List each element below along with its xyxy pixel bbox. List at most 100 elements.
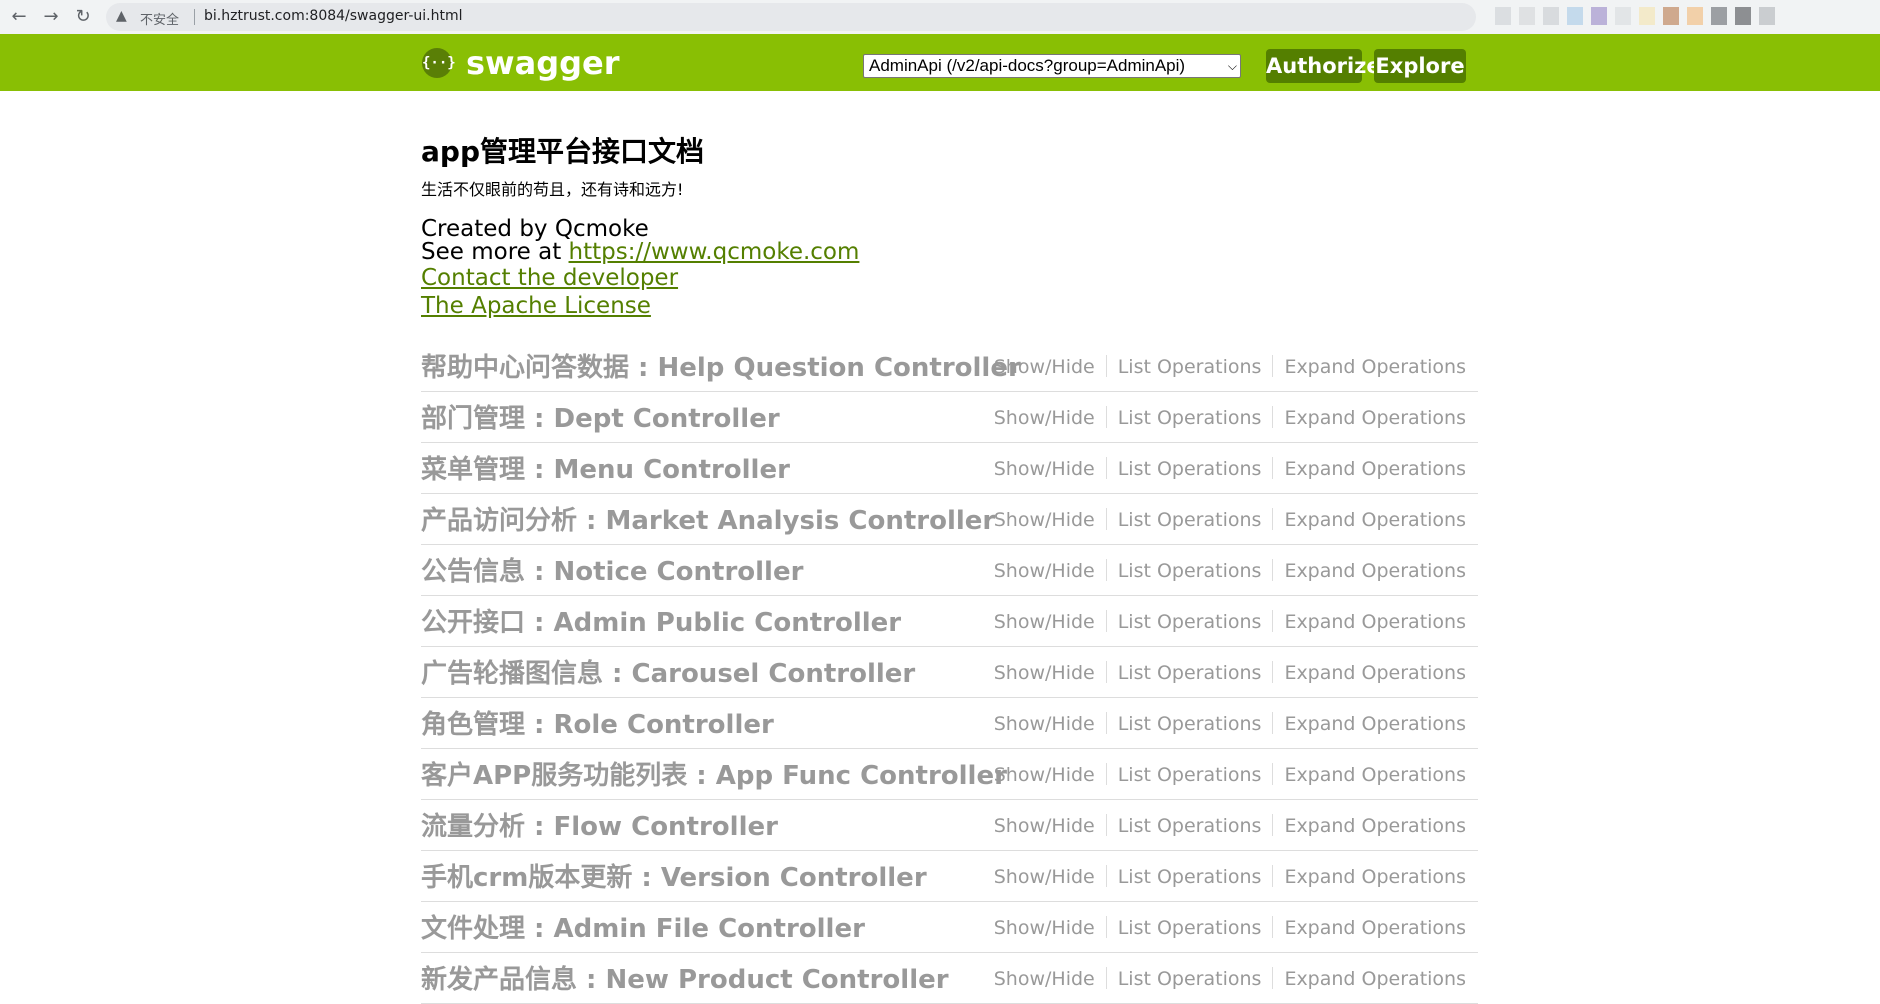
resource-row: 广告轮播图信息 : Carousel Controller Show/Hide Li… bbox=[421, 647, 1478, 698]
api-group-select[interactable]: AdminApi (/v2/api-docs?group=AdminApi) ⌵ bbox=[863, 54, 1241, 78]
divider bbox=[1105, 508, 1107, 530]
resource-list: 帮助中心问答数据 : Help Question Controller Show/… bbox=[421, 341, 1478, 1004]
resource-operations: Show/Hide List Operations Expand Operation… bbox=[994, 763, 1466, 786]
show-hide-link[interactable]: Show/Hide bbox=[994, 713, 1095, 735]
extension-icon[interactable] bbox=[1663, 7, 1679, 25]
expand-operations-link[interactable]: Expand Operations bbox=[1284, 713, 1466, 735]
resource-operations: Show/Hide List Operations Expand Operation… bbox=[994, 865, 1466, 888]
extension-icon[interactable] bbox=[1543, 7, 1559, 25]
resource-row: 手机crm版本更新 : Version Controller Show/Hide L… bbox=[421, 851, 1478, 902]
expand-operations-link[interactable]: Expand Operations bbox=[1284, 560, 1466, 582]
explore-button[interactable]: Explore bbox=[1374, 49, 1466, 83]
website-link[interactable]: https://www.qcmoke.com bbox=[569, 239, 860, 265]
address-bar[interactable]: ▲ 不安全 bi.hztrust.com:8084/swagger-ui.htm… bbox=[106, 3, 1476, 31]
page-description: 生活不仅眼前的苟且，还有诗和远方! bbox=[421, 180, 684, 199]
resource-heading[interactable]: 公告信息 : Notice Controller bbox=[421, 551, 803, 588]
show-hide-link[interactable]: Show/Hide bbox=[994, 560, 1095, 582]
extension-icon[interactable] bbox=[1687, 7, 1703, 25]
extension-icon[interactable] bbox=[1591, 7, 1607, 25]
expand-operations-link[interactable]: Expand Operations bbox=[1284, 866, 1466, 888]
see-more: See more at https://www.qcmoke.com bbox=[421, 239, 859, 265]
show-hide-link[interactable]: Show/Hide bbox=[994, 458, 1095, 480]
expand-operations-link[interactable]: Expand Operations bbox=[1284, 968, 1466, 990]
expand-operations-link[interactable]: Expand Operations bbox=[1284, 815, 1466, 837]
extension-icon[interactable] bbox=[1759, 7, 1775, 25]
show-hide-link[interactable]: Show/Hide bbox=[994, 509, 1095, 531]
list-operations-link[interactable]: List Operations bbox=[1118, 815, 1262, 837]
expand-operations-link[interactable]: Expand Operations bbox=[1284, 356, 1466, 378]
back-arrow-icon[interactable]: ← bbox=[8, 6, 30, 28]
divider bbox=[1272, 967, 1274, 989]
list-operations-link[interactable]: List Operations bbox=[1118, 917, 1262, 939]
license-link[interactable]: The Apache License bbox=[421, 293, 651, 319]
list-operations-link[interactable]: List Operations bbox=[1118, 662, 1262, 684]
divider bbox=[1272, 508, 1274, 530]
resource-operations: Show/Hide List Operations Expand Operation… bbox=[994, 916, 1466, 939]
resource-heading[interactable]: 新发产品信息 : New Product Controller bbox=[421, 959, 949, 996]
list-operations-link[interactable]: List Operations bbox=[1118, 560, 1262, 582]
divider bbox=[1105, 865, 1107, 887]
list-operations-link[interactable]: List Operations bbox=[1118, 509, 1262, 531]
expand-operations-link[interactable]: Expand Operations bbox=[1284, 458, 1466, 480]
show-hide-link[interactable]: Show/Hide bbox=[994, 407, 1095, 429]
show-hide-link[interactable]: Show/Hide bbox=[994, 611, 1095, 633]
resource-operations: Show/Hide List Operations Expand Operation… bbox=[994, 559, 1466, 582]
resource-heading[interactable]: 公开接口 : Admin Public Controller bbox=[421, 602, 901, 639]
extension-icon[interactable] bbox=[1519, 7, 1535, 25]
extension-icon[interactable] bbox=[1711, 7, 1727, 25]
extension-icon[interactable] bbox=[1495, 7, 1511, 25]
list-operations-link[interactable]: List Operations bbox=[1118, 356, 1262, 378]
resource-heading[interactable]: 手机crm版本更新 : Version Controller bbox=[421, 857, 927, 894]
resource-heading[interactable]: 部门管理 : Dept Controller bbox=[421, 398, 780, 435]
resource-heading[interactable]: 产品访问分析 : Market Analysis Controller bbox=[421, 500, 995, 537]
contact-developer-link[interactable]: Contact the developer bbox=[421, 265, 678, 291]
show-hide-link[interactable]: Show/Hide bbox=[994, 764, 1095, 786]
resource-heading[interactable]: 菜单管理 : Menu Controller bbox=[421, 449, 790, 486]
show-hide-link[interactable]: Show/Hide bbox=[994, 662, 1095, 684]
url-text[interactable]: bi.hztrust.com:8084/swagger-ui.html bbox=[204, 8, 463, 24]
expand-operations-link[interactable]: Expand Operations bbox=[1284, 917, 1466, 939]
list-operations-link[interactable]: List Operations bbox=[1118, 407, 1262, 429]
resource-row: 部门管理 : Dept Controller Show/Hide List Oper… bbox=[421, 392, 1478, 443]
swagger-logo-text: swagger bbox=[466, 44, 620, 82]
show-hide-link[interactable]: Show/Hide bbox=[994, 917, 1095, 939]
list-operations-link[interactable]: List Operations bbox=[1118, 713, 1262, 735]
extension-icon[interactable] bbox=[1567, 7, 1583, 25]
divider bbox=[1272, 763, 1274, 785]
forward-arrow-icon[interactable]: → bbox=[40, 6, 62, 28]
divider bbox=[1105, 406, 1107, 428]
expand-operations-link[interactable]: Expand Operations bbox=[1284, 662, 1466, 684]
divider bbox=[1105, 661, 1107, 683]
divider bbox=[1105, 355, 1107, 377]
show-hide-link[interactable]: Show/Hide bbox=[994, 968, 1095, 990]
show-hide-link[interactable]: Show/Hide bbox=[994, 356, 1095, 378]
resource-heading[interactable]: 角色管理 : Role Controller bbox=[421, 704, 774, 741]
resource-heading[interactable]: 广告轮播图信息 : Carousel Controller bbox=[421, 653, 915, 690]
expand-operations-link[interactable]: Expand Operations bbox=[1284, 407, 1466, 429]
expand-operations-link[interactable]: Expand Operations bbox=[1284, 611, 1466, 633]
show-hide-link[interactable]: Show/Hide bbox=[994, 866, 1095, 888]
divider bbox=[1105, 559, 1107, 581]
expand-operations-link[interactable]: Expand Operations bbox=[1284, 509, 1466, 531]
warning-icon[interactable]: ▲ bbox=[116, 8, 127, 24]
resource-heading[interactable]: 帮助中心问答数据 : Help Question Controller bbox=[421, 347, 1021, 384]
extension-icon[interactable] bbox=[1639, 7, 1655, 25]
show-hide-link[interactable]: Show/Hide bbox=[994, 815, 1095, 837]
divider bbox=[1105, 457, 1107, 479]
list-operations-link[interactable]: List Operations bbox=[1118, 458, 1262, 480]
reload-icon[interactable]: ↻ bbox=[72, 6, 94, 28]
list-operations-link[interactable]: List Operations bbox=[1118, 866, 1262, 888]
resource-operations: Show/Hide List Operations Expand Operation… bbox=[994, 967, 1466, 990]
divider bbox=[1105, 712, 1107, 734]
list-operations-link[interactable]: List Operations bbox=[1118, 611, 1262, 633]
list-operations-link[interactable]: List Operations bbox=[1118, 764, 1262, 786]
extension-icon[interactable] bbox=[1735, 7, 1751, 25]
expand-operations-link[interactable]: Expand Operations bbox=[1284, 764, 1466, 786]
extension-icon[interactable] bbox=[1615, 7, 1631, 25]
resource-heading[interactable]: 流量分析 : Flow Controller bbox=[421, 806, 778, 843]
resource-heading[interactable]: 客户APP服务功能列表 : App Func Controller bbox=[421, 755, 1007, 792]
list-operations-link[interactable]: List Operations bbox=[1118, 968, 1262, 990]
resource-heading[interactable]: 文件处理 : Admin File Controller bbox=[421, 908, 865, 945]
insecure-label[interactable]: 不安全 bbox=[140, 9, 179, 28]
authorize-button[interactable]: Authorize bbox=[1266, 49, 1381, 83]
